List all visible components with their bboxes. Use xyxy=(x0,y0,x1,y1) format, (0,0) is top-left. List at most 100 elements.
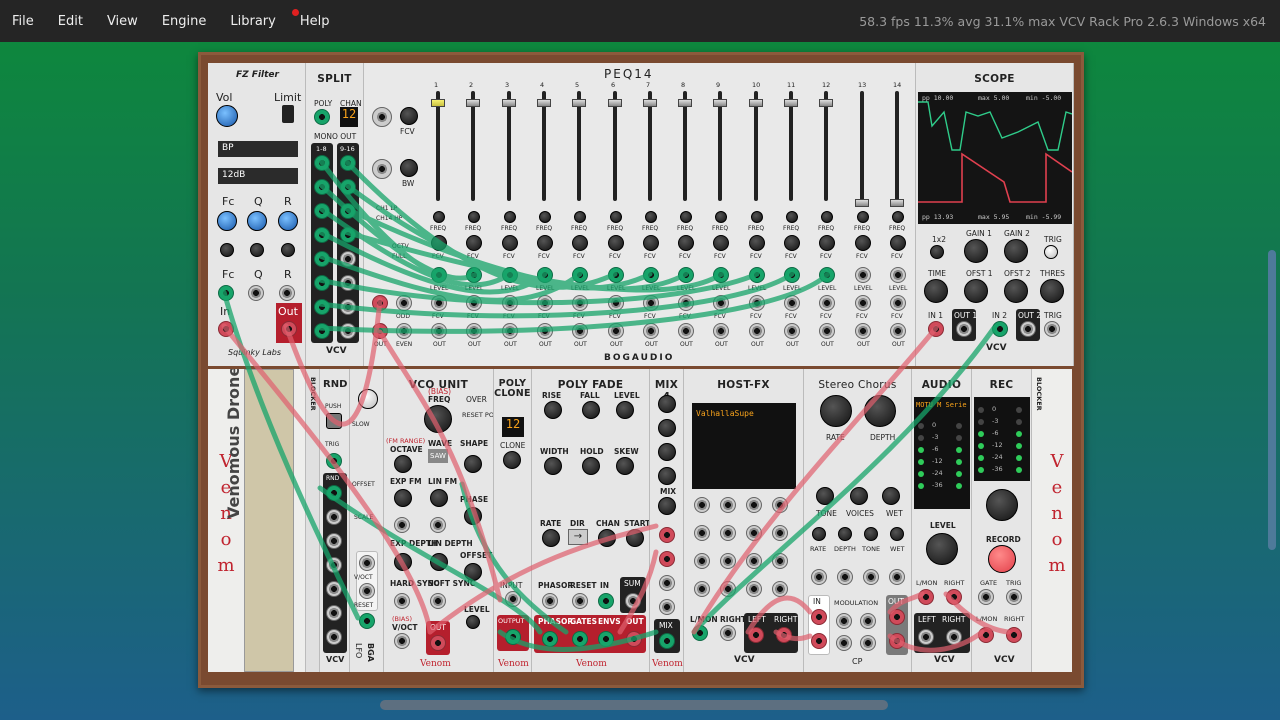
peq-freq-knob-3[interactable] xyxy=(504,211,516,223)
peq-fcv-jack-8[interactable] xyxy=(678,295,694,311)
peq-fcv-knob-14[interactable] xyxy=(890,235,906,251)
pc-output-jack[interactable] xyxy=(505,629,521,645)
hfx-param-5[interactable] xyxy=(694,525,710,541)
rec-trig-jack[interactable] xyxy=(1006,589,1022,605)
peq-out-jack-12[interactable] xyxy=(819,323,835,339)
pf-phasor-in-jack[interactable] xyxy=(542,593,558,609)
menu-library[interactable]: Library xyxy=(218,14,287,29)
module-vco-unit[interactable]: VCO UNIT (BIAS) FREQ OVER RESET POLY (FM… xyxy=(384,369,494,672)
hfx-param-14[interactable] xyxy=(720,581,736,597)
peq-fcv-jack-7[interactable] xyxy=(643,295,659,311)
r-cv-jack[interactable] xyxy=(279,285,295,301)
slope-select[interactable]: 12dB xyxy=(218,168,298,184)
split-out-10[interactable] xyxy=(340,179,356,195)
fc-cv-jack[interactable] xyxy=(218,285,234,301)
peq-out-jack-5[interactable] xyxy=(572,323,588,339)
audio-in-right-jack[interactable] xyxy=(946,589,962,605)
split-out-4[interactable] xyxy=(314,227,330,243)
peq-fcv-knob-13[interactable] xyxy=(855,235,871,251)
lin-depth-knob[interactable] xyxy=(430,553,448,571)
peq-out-jack-14[interactable] xyxy=(890,323,906,339)
chorus-tone-cv-jack[interactable] xyxy=(863,569,879,585)
peq-freq-knob-8[interactable] xyxy=(680,211,692,223)
hfx-param-12[interactable] xyxy=(772,553,788,569)
peq-fader-13[interactable] xyxy=(855,199,869,207)
rnd-out-1[interactable] xyxy=(326,485,342,501)
peq-out-jack-1[interactable] xyxy=(431,323,447,339)
peq-fcv-jack-13[interactable] xyxy=(855,295,871,311)
fall-knob[interactable] xyxy=(582,401,600,419)
hfx-in-left-jack[interactable] xyxy=(692,625,708,641)
peq-fader-8[interactable] xyxy=(678,99,692,107)
mix-in-2[interactable] xyxy=(659,551,675,567)
scope-out1-jack[interactable] xyxy=(956,321,972,337)
peq-fcv-knob-8[interactable] xyxy=(678,235,694,251)
chorus-wet-cv-jack[interactable] xyxy=(889,569,905,585)
mod-jack-4[interactable] xyxy=(860,635,876,651)
peq-level-jack-9[interactable] xyxy=(713,267,729,283)
module-rnd[interactable]: RND PUSH TRIG RND VCV xyxy=(320,369,350,672)
hfx-param-11[interactable] xyxy=(746,553,762,569)
q-cv-jack[interactable] xyxy=(248,285,264,301)
peq-level-jack-4[interactable] xyxy=(537,267,553,283)
chorus-voices-knob[interactable] xyxy=(850,487,868,505)
clone-knob[interactable] xyxy=(503,451,521,469)
vco-freq-knob[interactable] xyxy=(424,405,452,433)
peq-level-jack-3[interactable] xyxy=(502,267,518,283)
split-out-1[interactable] xyxy=(314,155,330,171)
peq-fcv-knob-12[interactable] xyxy=(819,235,835,251)
start-knob[interactable] xyxy=(626,529,644,547)
lfo-voct-jack[interactable] xyxy=(359,555,375,571)
audio-level-knob[interactable] xyxy=(926,533,958,565)
split-out-2[interactable] xyxy=(314,179,330,195)
audio-out-left-jack[interactable] xyxy=(918,629,934,645)
even-jack[interactable] xyxy=(396,323,412,339)
peq-fcv-jack-3[interactable] xyxy=(502,295,518,311)
peq-freq-knob-6[interactable] xyxy=(610,211,622,223)
mix-in-4[interactable] xyxy=(659,599,675,615)
mix-in-3[interactable] xyxy=(659,575,675,591)
peq-level-jack-13[interactable] xyxy=(855,267,871,283)
peq-fcv-knob-4[interactable] xyxy=(537,235,553,251)
gates-jack[interactable] xyxy=(572,631,588,647)
gain2-knob[interactable] xyxy=(1004,239,1028,263)
peq-fcv-jack-9[interactable] xyxy=(713,295,729,311)
peq-fader-7[interactable] xyxy=(643,99,657,107)
module-peq14[interactable]: PEQ14 FCV BW CH1 LP CH14 HP OCTV FULL OD… xyxy=(364,63,916,366)
peq-fader-6[interactable] xyxy=(608,99,622,107)
octave-knob[interactable] xyxy=(394,455,412,473)
module-host-fx[interactable]: HOST-FX ValhallaSupe L/MON RIGHT LEFT RI… xyxy=(684,369,804,672)
hfx-param-8[interactable] xyxy=(772,525,788,541)
hfx-param-4[interactable] xyxy=(772,497,788,513)
module-poly-fade[interactable]: POLY FADE RISE FALL LEVEL WIDTH HOLD SKE… xyxy=(532,369,650,672)
hfx-param-16[interactable] xyxy=(772,581,788,597)
module-split[interactable]: SPLIT POLY CHAN 12 MONO OUT 1-8 9-16 VCV xyxy=(306,63,364,366)
lin-fm-knob[interactable] xyxy=(430,489,448,507)
ofst2-knob[interactable] xyxy=(1004,279,1028,303)
split-out-3[interactable] xyxy=(314,203,330,219)
peq-freq-knob-5[interactable] xyxy=(574,211,586,223)
mod-jack-2[interactable] xyxy=(860,613,876,629)
hfx-param-13[interactable] xyxy=(694,581,710,597)
peq-freq-knob-11[interactable] xyxy=(786,211,798,223)
peq-bw-cv-jack[interactable] xyxy=(372,159,392,179)
peq-freq-knob-9[interactable] xyxy=(715,211,727,223)
mod-jack-1[interactable] xyxy=(836,613,852,629)
rnd-trig-jack[interactable] xyxy=(326,453,342,469)
pf-rate-knob[interactable] xyxy=(542,529,560,547)
chorus-rate-cv-jack[interactable] xyxy=(811,569,827,585)
x1x2-button[interactable] xyxy=(930,245,944,259)
peq-out-jack-7[interactable] xyxy=(643,323,659,339)
skew-knob[interactable] xyxy=(616,457,634,475)
peq-freq-knob-1[interactable] xyxy=(433,211,445,223)
sum-jack[interactable] xyxy=(625,593,641,609)
module-blocker-right[interactable]: BLOCKER Venom xyxy=(1032,369,1072,672)
rnd-out-3[interactable] xyxy=(326,533,342,549)
peq-out-jack-2[interactable] xyxy=(466,323,482,339)
pf-phasor-out-jack[interactable] xyxy=(542,631,558,647)
split-out-5[interactable] xyxy=(314,251,330,267)
peq-out-jack-4[interactable] xyxy=(537,323,553,339)
r-atten-knob[interactable] xyxy=(281,243,295,257)
split-out-15[interactable] xyxy=(340,299,356,315)
peq-fader-9[interactable] xyxy=(713,99,727,107)
